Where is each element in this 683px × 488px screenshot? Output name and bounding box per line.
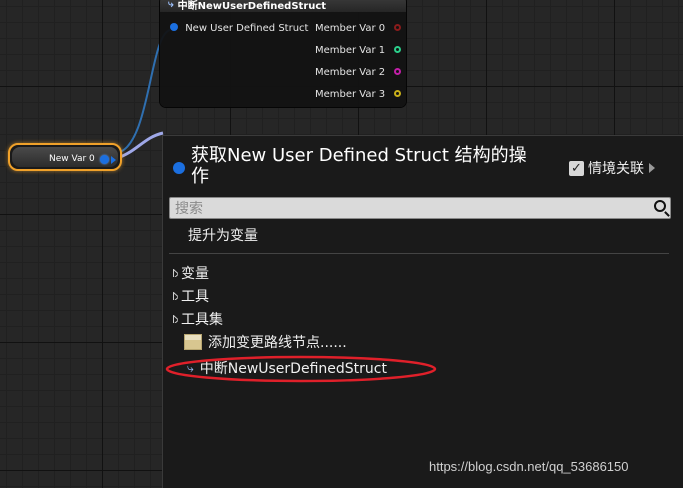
add-reroute-node-item[interactable]: 添加变更路线节点......: [184, 332, 347, 352]
menu-divider: [169, 253, 669, 254]
reroute-label: 添加变更路线节点......: [208, 335, 347, 351]
member-var-1-label: Member Var 1: [315, 45, 386, 56]
break-struct-node[interactable]: ⤷ 中断NewUserDefinedStruct New User Define…: [160, 0, 406, 107]
struct-wire-drag: [119, 131, 164, 159]
member-var-2-row[interactable]: Member Var 2: [315, 67, 402, 78]
chevron-right-icon[interactable]: [649, 163, 655, 173]
variable-get-node[interactable]: New Var 0: [8, 143, 122, 171]
break-node-title: 中断NewUserDefinedStruct: [177, 0, 327, 12]
member-var-3-row[interactable]: Member Var 3: [315, 89, 402, 100]
category-label: 变量: [181, 266, 209, 282]
member-var-2-label: Member Var 2: [315, 67, 386, 78]
expand-arrow-icon[interactable]: [173, 269, 178, 277]
search-icon[interactable]: [654, 200, 666, 212]
input-pin-row[interactable]: New User Defined Struct: [170, 23, 308, 34]
variable-name: New Var 0: [49, 154, 95, 164]
category-label: 工具集: [181, 312, 223, 328]
category-toolsets[interactable]: 工具集: [173, 309, 223, 329]
member-var-3-label: Member Var 3: [315, 89, 386, 100]
menu-title: 获取New User Defined Struct 结构的操作: [191, 145, 527, 187]
action-menu: 获取New User Defined Struct 结构的操作 ✓ 情境关联 提…: [162, 135, 683, 488]
promote-to-variable-item[interactable]: 提升为变量: [188, 225, 258, 245]
struct-pin-icon: [173, 162, 185, 174]
struct-input-pin[interactable]: [170, 23, 178, 31]
variable-output-pin[interactable]: [100, 155, 109, 164]
member-var-0-row[interactable]: Member Var 0: [315, 23, 402, 34]
context-sensitive-label: 情境关联: [588, 161, 644, 177]
variable-node-body: New Var 0: [12, 147, 118, 167]
break-struct-icon: ⤷: [168, 0, 174, 10]
member-var-0-label: Member Var 0: [315, 23, 386, 34]
expand-arrow-icon[interactable]: [173, 315, 178, 323]
member-var-0-pin[interactable]: [394, 24, 402, 31]
category-utilities[interactable]: 工具: [173, 286, 209, 306]
highlight-annotation: [165, 355, 437, 383]
member-var-2-pin[interactable]: [394, 68, 402, 75]
category-variables[interactable]: 变量: [173, 263, 209, 283]
search-input[interactable]: [170, 199, 635, 219]
context-sensitive-toggle[interactable]: ✓ 情境关联: [569, 158, 655, 178]
member-var-1-row[interactable]: Member Var 1: [315, 45, 402, 56]
checkbox-icon[interactable]: ✓: [569, 160, 584, 176]
reroute-node-icon: [184, 334, 202, 350]
category-label: 工具: [181, 289, 209, 305]
member-var-1-pin[interactable]: [394, 46, 402, 53]
expand-arrow-icon[interactable]: [173, 292, 178, 300]
variable-output-arrow-icon: [111, 156, 116, 164]
search-box[interactable]: [169, 197, 671, 219]
break-node-header: ⤷ 中断NewUserDefinedStruct: [160, 0, 406, 12]
watermark: https://blog.csdn.net/qq_53686150: [429, 459, 629, 474]
member-var-3-pin[interactable]: [394, 90, 402, 97]
input-pin-label: New User Defined Struct: [185, 23, 309, 34]
